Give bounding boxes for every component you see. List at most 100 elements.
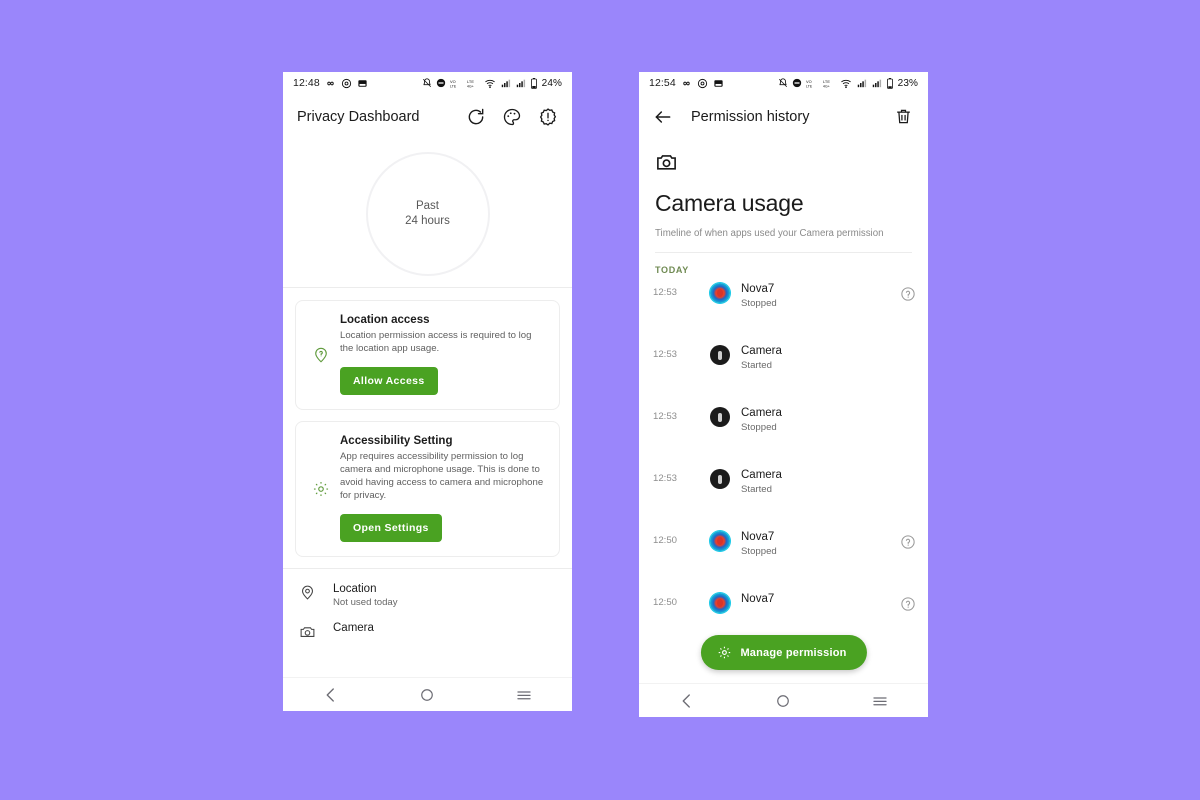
card-location-access: Location access Location permission acce… xyxy=(295,300,560,410)
camera-app-icon xyxy=(710,345,730,365)
timeline-app-name: Camera xyxy=(741,345,782,357)
battery-icon xyxy=(530,77,538,89)
list-item-camera[interactable]: Camera xyxy=(283,608,572,645)
status-bar-clock: 12:48 xyxy=(293,77,320,89)
detail-header: Camera usage Timeline of when apps used … xyxy=(639,140,928,253)
home-icon[interactable] xyxy=(774,692,792,710)
nova7-app-icon xyxy=(710,593,730,613)
timeline-row[interactable]: 12:53 Camera Started xyxy=(639,345,928,407)
phone-screen-privacy-dashboard: 12:48 VO LTE LTE 4G+ 24% Privacy Dashboa… xyxy=(283,72,572,711)
do-not-disturb-icon xyxy=(792,78,802,88)
help-icon[interactable] xyxy=(900,286,916,302)
svg-text:4G+: 4G+ xyxy=(823,84,830,88)
timeline-time: 12:50 xyxy=(653,597,678,608)
battery-icon xyxy=(886,77,894,89)
at-circle-icon xyxy=(697,78,708,89)
wifi-icon xyxy=(840,78,852,89)
timeline-app-name: Nova7 xyxy=(741,593,775,605)
time-range-line1: Past xyxy=(415,199,439,212)
permission-request-cards: Location access Location permission acce… xyxy=(283,288,572,557)
timeline-time: 12:50 xyxy=(653,535,678,546)
android-nav-bar xyxy=(283,677,572,711)
refresh-icon[interactable] xyxy=(466,107,486,127)
timeline-state: Started xyxy=(741,360,772,371)
location-pin-icon xyxy=(299,583,325,606)
timeline-app-name: Nova7 xyxy=(741,283,775,295)
lte-icon: LTE 4G+ xyxy=(823,78,836,89)
help-icon[interactable] xyxy=(900,596,916,612)
screenshot-icon xyxy=(713,78,724,89)
at-circle-icon xyxy=(341,78,352,89)
timeline-state: Stopped xyxy=(741,422,777,433)
camera-icon xyxy=(299,622,325,645)
signal-bars-icon xyxy=(871,78,882,88)
timeline-app-name: Camera xyxy=(741,407,782,419)
signal-bars-icon xyxy=(515,78,526,88)
section-label-today: TODAY xyxy=(655,265,690,275)
lte-icon: LTE 4G+ xyxy=(467,78,480,89)
permission-status: Not used today xyxy=(333,597,398,608)
app-bar: Permission history xyxy=(639,94,928,140)
status-bar-clock: 12:54 xyxy=(649,77,676,89)
recents-icon[interactable] xyxy=(515,686,533,704)
timeline-row[interactable]: 12:50 Nova7 Stopped xyxy=(639,531,928,593)
timeline-row[interactable]: 12:53 Camera Stopped xyxy=(639,407,928,469)
page-heading: Camera usage xyxy=(655,190,804,216)
time-range-ring[interactable]: Past 24 hours xyxy=(365,151,490,276)
time-range-line2: 24 hours xyxy=(405,214,450,227)
wifi-icon xyxy=(484,78,496,89)
card-title: Accessibility Setting xyxy=(340,435,453,447)
notifications-off-icon xyxy=(422,78,432,88)
infinity-icon xyxy=(325,78,336,89)
timeline-state: Stopped xyxy=(741,298,777,309)
timeline-row[interactable]: 12:53 Camera Started xyxy=(639,469,928,531)
notifications-off-icon xyxy=(778,78,788,88)
screenshot-icon xyxy=(357,78,368,89)
alert-badge-icon[interactable] xyxy=(538,107,558,127)
back-icon[interactable] xyxy=(678,692,696,710)
timeline-state: Started xyxy=(741,484,772,495)
card-accessibility-setting: Accessibility Setting App requires acces… xyxy=(295,421,560,557)
timeline-row[interactable]: 12:53 Nova7 Stopped xyxy=(639,283,928,345)
gear-icon xyxy=(716,645,731,660)
volte-icon: VO LTE xyxy=(806,78,819,89)
recents-icon[interactable] xyxy=(871,692,889,710)
status-bar: 12:54 VO LTE LTE 4G+ 23% xyxy=(639,72,928,94)
app-bar: Privacy Dashboard xyxy=(283,94,572,140)
arrow-back-icon[interactable] xyxy=(653,107,673,127)
timeline-time: 12:53 xyxy=(653,349,678,360)
timeline-time: 12:53 xyxy=(653,287,678,298)
palette-icon[interactable] xyxy=(502,107,522,127)
do-not-disturb-icon xyxy=(436,78,446,88)
timeline-time: 12:53 xyxy=(653,411,678,422)
accessibility-gear-icon xyxy=(306,435,336,542)
battery-percent-label: 23% xyxy=(897,77,918,89)
permission-name: Camera xyxy=(333,622,374,634)
signal-bars-icon xyxy=(856,78,867,88)
open-settings-button[interactable]: Open Settings xyxy=(340,514,442,542)
page-title: Permission history xyxy=(691,109,810,125)
timeline-state: Stopped xyxy=(741,546,777,557)
svg-text:LTE: LTE xyxy=(823,79,830,84)
help-icon[interactable] xyxy=(900,534,916,550)
card-description: Location permission access is required t… xyxy=(340,330,532,354)
manage-permission-fab[interactable]: Manage permission xyxy=(700,635,867,670)
svg-text:VO: VO xyxy=(450,79,456,84)
home-icon[interactable] xyxy=(418,686,436,704)
back-icon[interactable] xyxy=(322,686,340,704)
svg-text:LTE: LTE xyxy=(450,84,457,88)
list-item-location[interactable]: Location Not used today xyxy=(283,569,572,608)
svg-text:4G+: 4G+ xyxy=(467,84,474,88)
location-pin-question-icon xyxy=(306,314,336,395)
allow-access-button[interactable]: Allow Access xyxy=(340,367,438,395)
permission-timeline: 12:53 Nova7 Stopped 12:53 Camera Started… xyxy=(639,275,928,655)
trash-icon[interactable] xyxy=(894,107,914,127)
timeline-app-name: Nova7 xyxy=(741,531,775,543)
usage-hero-chart: Past 24 hours xyxy=(283,140,572,287)
permission-list: Location Not used today Camera xyxy=(283,569,572,645)
svg-text:VO: VO xyxy=(806,79,812,84)
timeline-app-name: Camera xyxy=(741,469,782,481)
nova7-app-icon xyxy=(710,531,730,551)
page-subtitle: Timeline of when apps used your Camera p… xyxy=(655,228,884,239)
volte-icon: VO LTE xyxy=(450,78,463,89)
